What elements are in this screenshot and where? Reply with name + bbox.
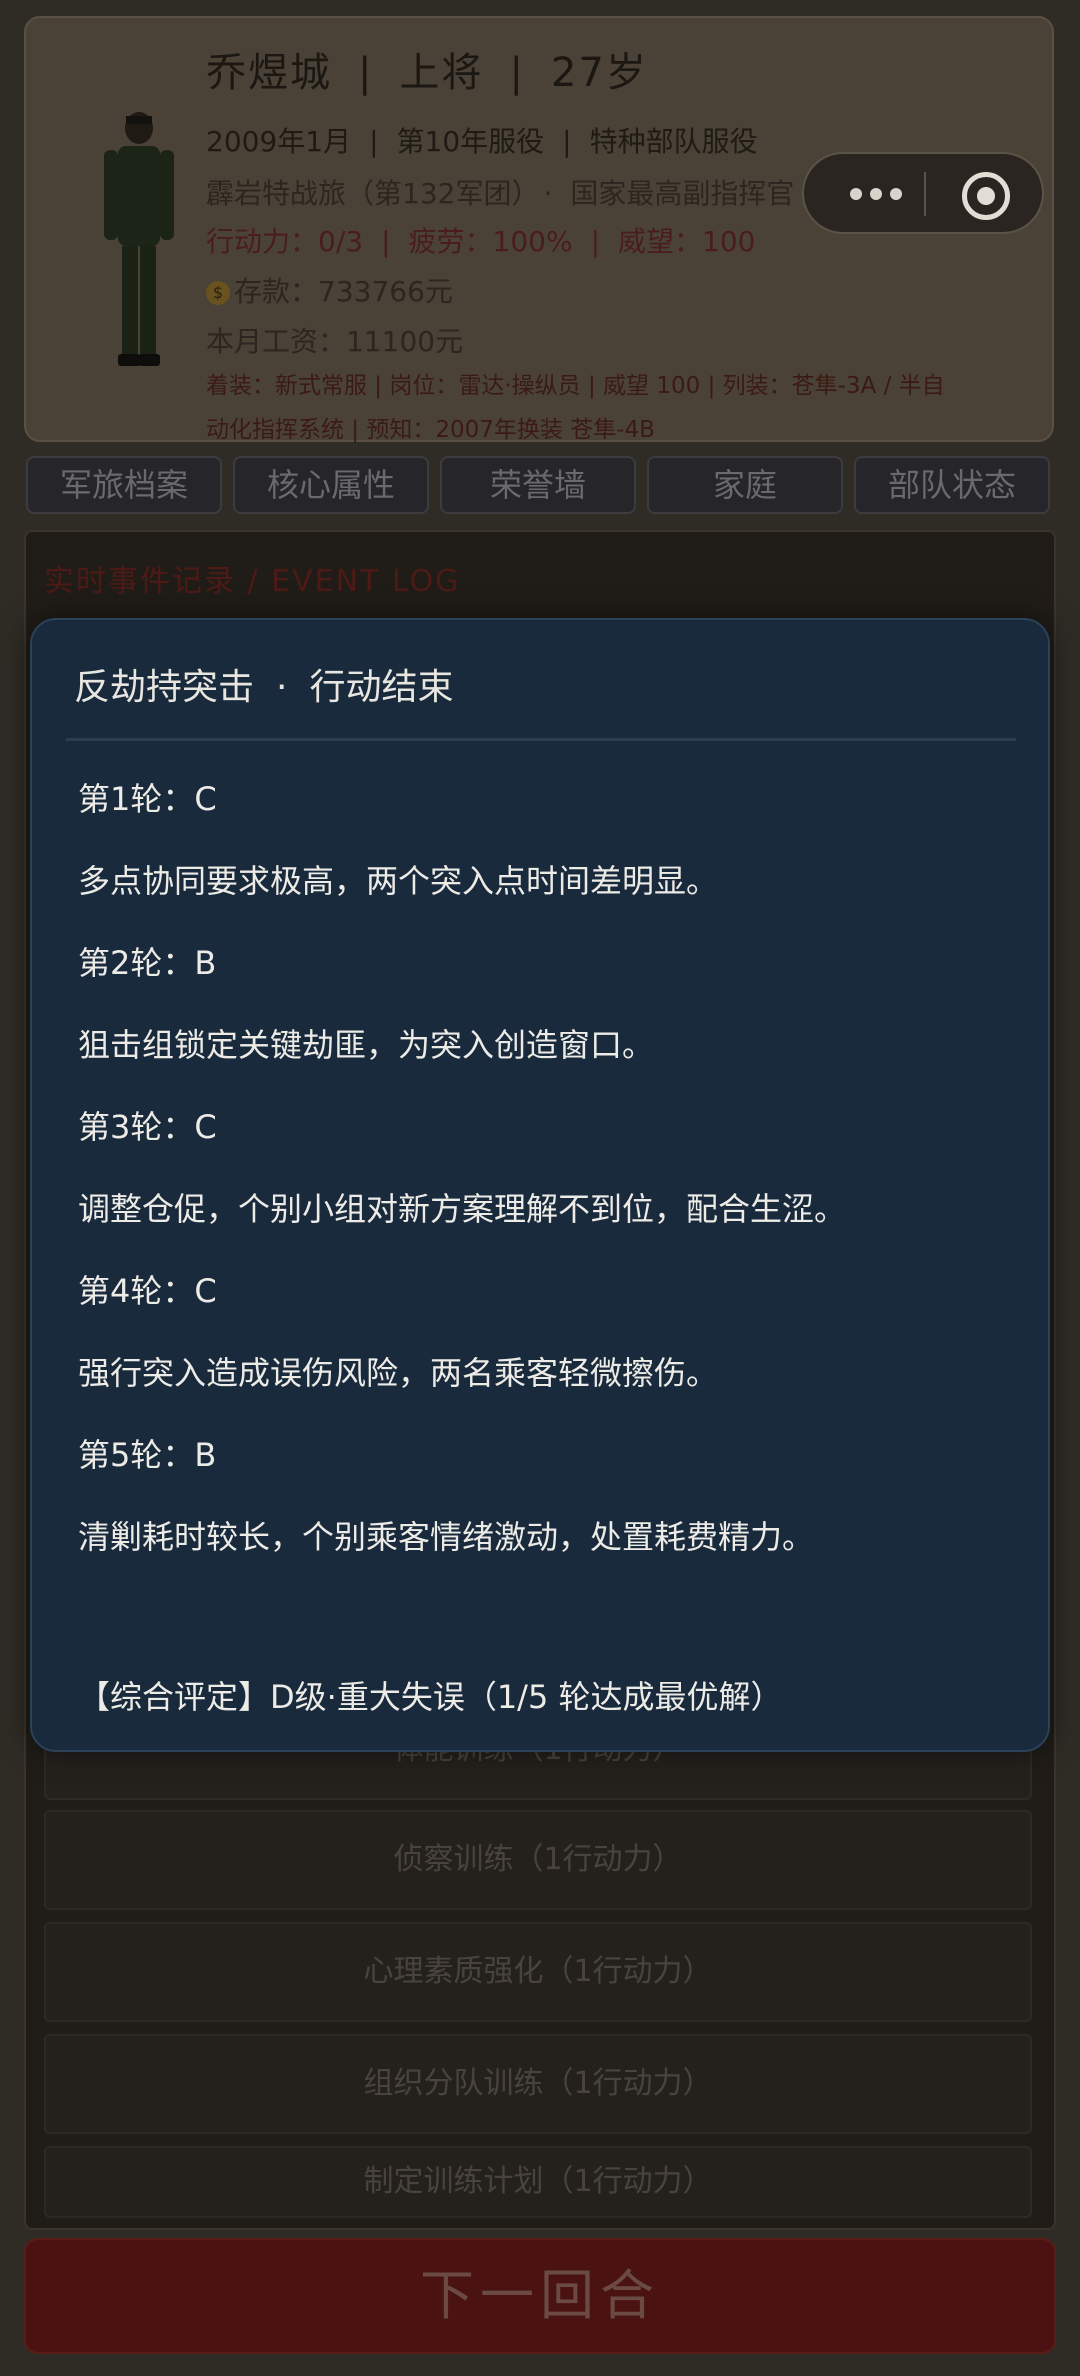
round-grade: 第4轮：C (78, 1272, 217, 1310)
round-description: 强行突入造成误伤风险，两名乘客轻微擦伤。 (78, 1354, 719, 1392)
tab-unit-status[interactable]: 部队状态 (854, 456, 1050, 514)
operation-name: 反劫持突击 (74, 667, 255, 708)
enlist-date: 2009年1月 (206, 125, 352, 158)
fatigue: 疲劳：100% (408, 225, 573, 258)
tab-core-attributes[interactable]: 核心属性 (233, 456, 429, 514)
round-description: 调整仓促，个别小组对新方案理解不到位，配合生涩。 (78, 1190, 847, 1228)
round-description: 狙击组锁定关键劫匪，为突入创造窗口。 (78, 1026, 655, 1064)
age: 27岁 (550, 50, 648, 96)
name-rank-age-line: 乔煜城 | 上将 | 27岁 (206, 50, 648, 96)
coin-icon: $ (206, 281, 230, 305)
service-type: 特种部队服役 (589, 125, 758, 158)
tab-family[interactable]: 家庭 (647, 456, 843, 514)
action-points: 行动力：0/3 (206, 225, 364, 258)
round-description: 多点协同要求极高，两个突入点时间差明显。 (78, 862, 719, 900)
unit-line: 霹岩特战旅（第132军团） · 国家最高副指挥官 (206, 177, 795, 210)
service-line: 2009年1月 | 第10年服役 | 特种部队服役 (206, 125, 758, 158)
prestige: 威望：100 (618, 225, 756, 258)
round-grade: 第5轮：B (78, 1436, 217, 1474)
stats-line: 行动力：0/3 | 疲劳：100% | 威望：100 (206, 225, 756, 258)
modal-title: 反劫持突击 · 行动结束 (74, 667, 454, 708)
round-grade: 第2轮：B (78, 944, 217, 982)
unit-name: 霹岩特战旅（第132军团） (206, 177, 526, 210)
salary: 本月工资：11100元 (206, 325, 464, 358)
savings-line: $ 存款：733766元 (206, 270, 453, 310)
page: 乔煜城 | 上将 | 27岁 2009年1月 | 第10年服役 | 特种部队服役 霹岩特战旅（第… (0, 0, 1080, 2376)
equipment-info: 着装：新式常服 | 岗位：雷达·操纵员 | 威望 100 | 列装：苍隼-3A … (206, 364, 1046, 452)
soldier-name: 乔煜城 (206, 50, 332, 96)
savings: 存款：733766元 (234, 275, 453, 308)
training-button[interactable]: 组织分队训练（1行动力） (44, 2034, 1032, 2134)
training-button[interactable]: 心理素质强化（1行动力） (44, 1922, 1032, 2022)
modal-divider (66, 738, 1016, 741)
soldier-avatar (104, 112, 174, 366)
result-modal: 反劫持突击 · 行动结束 第1轮：C 多点协同要求极高，两个突入点时间差明显。 第2… (30, 618, 1050, 1752)
tab-archive[interactable]: 军旅档案 (26, 456, 222, 514)
operation-status: 行动结束 (309, 667, 454, 708)
rank: 上将 (399, 50, 484, 96)
close-target-icon[interactable] (962, 172, 1010, 220)
post-title: 国家最高副指挥官 (570, 177, 795, 210)
overall-verdict: 【综合评定】D级·重大失误（1/5 轮达成最优解） (78, 1678, 783, 1716)
equipment-line-2: 动化指挥系统 | 预知：2007年换装 苍隼-4B (206, 417, 655, 443)
round-grade: 第3轮：C (78, 1108, 217, 1146)
round-grade: 第1轮：C (78, 780, 217, 818)
training-button[interactable]: 制定训练计划（1行动力） (44, 2146, 1032, 2218)
event-log-title: 实时事件记录 / EVENT LOG (44, 564, 461, 599)
more-icon[interactable] (832, 176, 922, 212)
training-button[interactable]: 侦察训练（1行动力） (44, 1810, 1032, 1910)
next-round-button[interactable]: 下一回合 (24, 2238, 1056, 2354)
equipment-line-1: 着装：新式常服 | 岗位：雷达·操纵员 | 威望 100 | 列装：苍隼-3A … (206, 373, 945, 399)
round-description: 清剿耗时较长，个别乘客情绪激动，处置耗费精力。 (78, 1518, 815, 1556)
capsule-divider (924, 172, 926, 216)
service-year: 第10年服役 (396, 125, 545, 158)
tab-honor-wall[interactable]: 荣誉墙 (440, 456, 636, 514)
miniprogram-capsule (802, 152, 1044, 234)
tab-bar: 军旅档案 核心属性 荣誉墙 家庭 部队状态 (26, 456, 1056, 514)
